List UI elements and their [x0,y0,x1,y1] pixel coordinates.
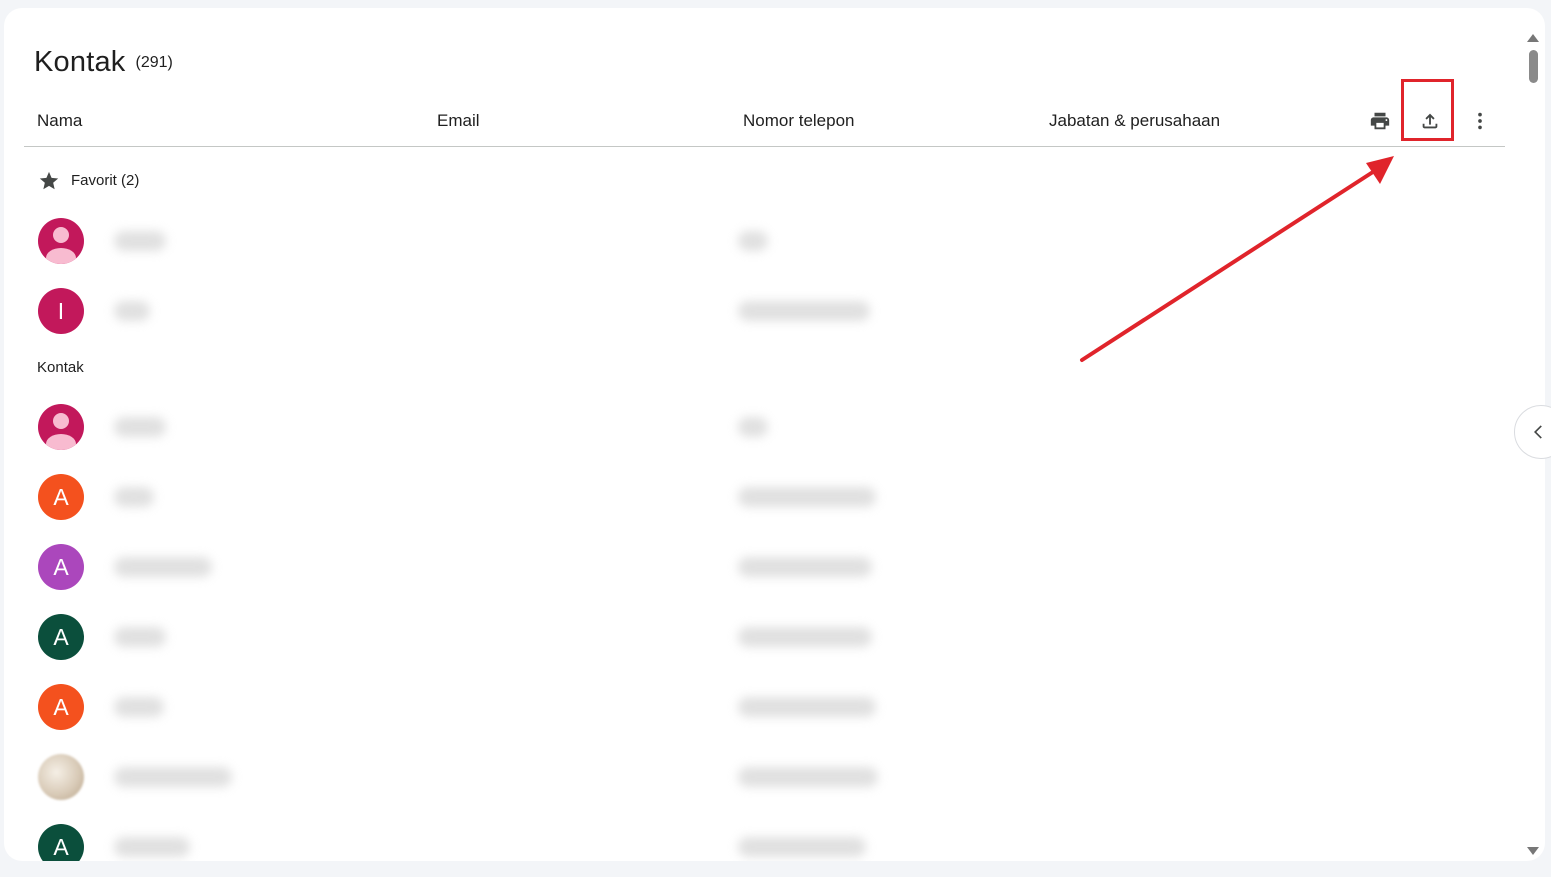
contact-row[interactable] [24,392,1505,462]
contact-name-redacted [114,837,190,857]
contact-row[interactable] [24,742,1505,812]
contact-name-redacted [114,697,164,717]
scroll-down-arrow[interactable] [1527,847,1539,855]
column-name[interactable]: Nama [37,111,82,131]
avatar-initial: A [53,553,69,580]
contact-name-redacted [114,767,232,787]
print-button[interactable] [1360,101,1400,141]
avatar [38,404,84,450]
export-upload-icon [1422,113,1438,129]
contact-name-redacted [114,557,212,577]
more-vert-icon [1478,112,1482,130]
contact-name-redacted [114,627,166,647]
chevron-left-icon [1534,425,1542,439]
contact-phone-redacted [738,557,872,577]
scroll-up-arrow[interactable] [1527,34,1539,42]
export-button[interactable] [1410,101,1450,141]
contact-row[interactable]: A [24,812,1505,861]
contact-phone-redacted [738,417,768,437]
page-title: Kontak [34,46,126,78]
contact-name-redacted [114,417,166,437]
contact-count: (291) [135,54,173,71]
contact-row[interactable]: A [24,602,1505,672]
contact-row[interactable]: A [24,672,1505,742]
contact-phone-redacted [738,697,876,717]
contact-phone-redacted [738,487,876,507]
favorites-section-label: Favorit (2) [71,172,140,189]
table-header: Nama Email Nomor telepon Jabatan & perus… [24,96,1505,147]
page-title-row: Kontak (291) [34,46,173,79]
column-phone[interactable]: Nomor telepon [743,111,855,131]
contact-row[interactable]: I [24,276,1505,346]
more-options-button[interactable] [1460,101,1500,141]
column-job[interactable]: Jabatan & perusahaan [1049,111,1220,131]
contact-row[interactable]: A [24,532,1505,602]
person-icon [46,227,76,264]
contacts-panel: Kontak (291) Nama Email Nomor telepon Ja… [4,8,1545,861]
contact-phone-redacted [738,767,878,787]
avatar-initial: A [53,483,69,510]
avatar-initial: A [53,623,69,650]
scrollbar-thumb[interactable] [1529,50,1538,83]
avatar: A [38,544,84,590]
contact-row[interactable] [24,206,1505,276]
contact-phone-redacted [738,837,866,857]
avatar-initial: A [53,833,69,860]
avatar-initial: I [57,297,65,324]
avatar: A [38,474,84,520]
avatar: A [38,684,84,730]
avatar-initial: A [53,693,69,720]
contact-phone-redacted [738,231,768,251]
print-icon [1370,112,1390,130]
star-icon [39,171,59,190]
avatar: A [38,824,84,861]
avatar: I [38,288,84,334]
person-icon [46,413,76,450]
column-email[interactable]: Email [437,111,480,131]
contact-row[interactable]: A [24,462,1505,532]
avatar [38,218,84,264]
avatar: A [38,614,84,660]
contacts-section-label: Kontak [37,359,84,376]
avatar-photo [38,754,84,800]
contact-name-redacted [114,301,150,321]
contact-name-redacted [114,487,154,507]
contact-phone-redacted [738,627,872,647]
contact-phone-redacted [738,301,870,321]
contact-name-redacted [114,231,166,251]
